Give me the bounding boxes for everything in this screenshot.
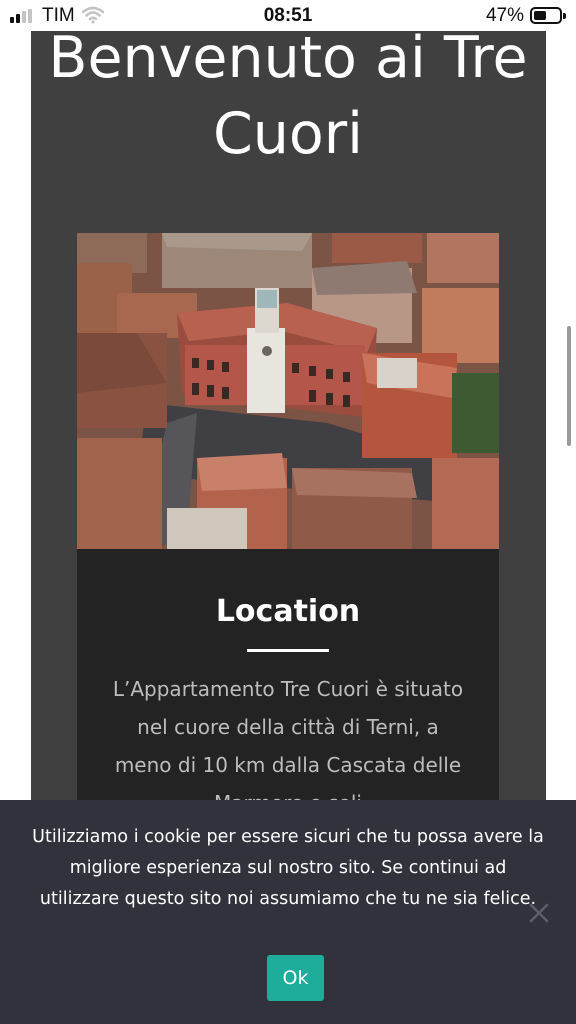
page-title: Benvenuto ai Tre Cuori bbox=[48, 25, 528, 167]
cookie-ok-button[interactable]: Ok bbox=[267, 955, 324, 1001]
page-scrollbar[interactable] bbox=[567, 326, 571, 446]
aerial-city-square-image bbox=[77, 233, 499, 549]
battery-percentage: 47% bbox=[485, 5, 524, 26]
close-icon[interactable] bbox=[527, 901, 551, 925]
status-bar: TIM 08:51 47% bbox=[0, 0, 576, 31]
cookie-banner: Utilizziamo i cookie per essere sicuri c… bbox=[0, 800, 576, 1024]
battery-icon bbox=[530, 7, 566, 24]
location-title: Location bbox=[215, 594, 361, 629]
title-divider bbox=[247, 649, 329, 652]
cookie-message: Utilizziamo i cookie per essere sicuri c… bbox=[32, 827, 544, 909]
